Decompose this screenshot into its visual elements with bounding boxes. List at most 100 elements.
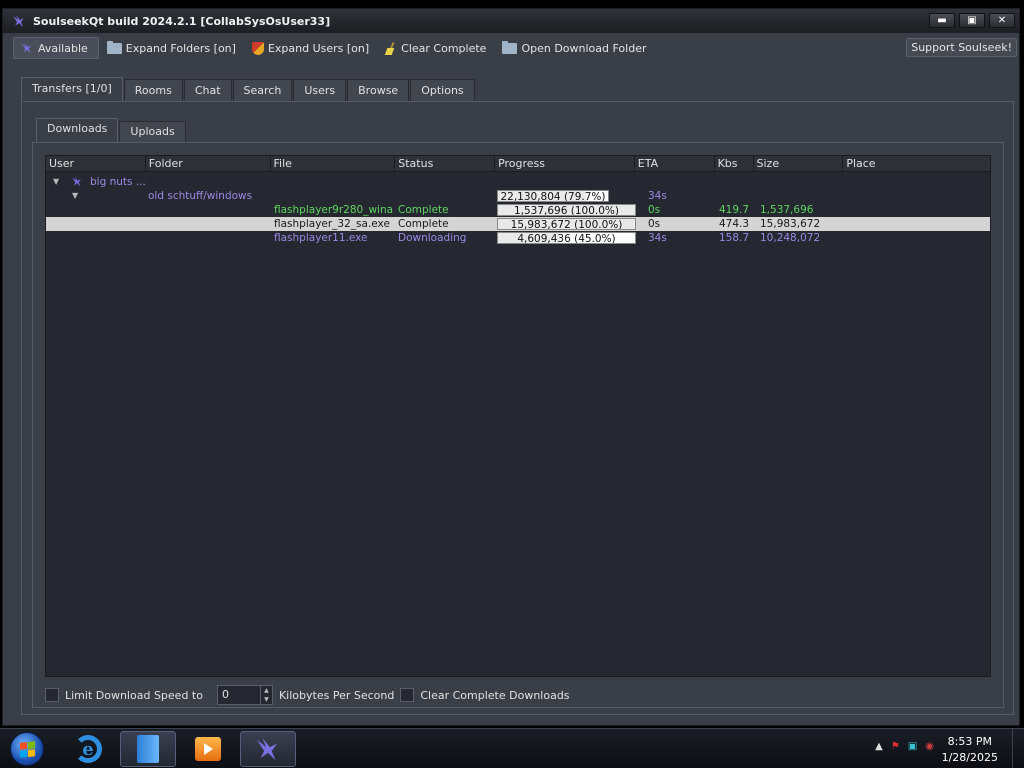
main-tabs: Transfers [1/0] Rooms Chat Search Users … xyxy=(21,77,476,101)
clear-complete-button[interactable]: Clear Complete xyxy=(377,39,494,58)
taskbar-media-player[interactable] xyxy=(180,731,236,767)
soulseek-bird-icon xyxy=(256,737,278,761)
system-tray: ▲ ⚑ ▣ ◉ xyxy=(875,741,934,752)
column-header-place[interactable]: Place xyxy=(843,156,990,171)
internet-explorer-icon: e xyxy=(74,735,102,763)
progress-bar: 15,983,672 (100.0%) xyxy=(497,218,636,230)
network-icon[interactable]: ▣ xyxy=(908,741,917,752)
table-row[interactable]: flashplayer11.exe Downloading 4,609,436 (4… xyxy=(46,231,990,245)
taskbar-internet-explorer[interactable]: e xyxy=(60,731,116,767)
expand-users-button[interactable]: Expand Users [on] xyxy=(244,39,377,58)
file-name: flashplayer_32_sa.exe xyxy=(274,218,390,230)
column-header-kbs[interactable]: Kbs xyxy=(715,156,754,171)
media-player-icon xyxy=(195,737,221,761)
speed-limit-spinbox[interactable]: 0 ▲ ▼ xyxy=(216,685,273,705)
soulseek-bird-icon xyxy=(13,15,24,27)
units-label: Kilobytes Per Second xyxy=(278,688,395,702)
app-window: SoulseekQt build 2024.2.1 [CollabSysOsUs… xyxy=(2,8,1020,726)
eta-value: 0s xyxy=(648,204,661,216)
support-soulseek-button[interactable]: Support Soulseek! xyxy=(906,38,1017,57)
window-title: SoulseekQt build 2024.2.1 [CollabSysOsUs… xyxy=(33,14,331,28)
folder-progress-bar: 22,130,804 (79.7%) xyxy=(497,190,609,202)
folder-row[interactable]: ▼ old schtuff/windows 22,130,804 (79.7%)… xyxy=(46,189,990,203)
show-hidden-icon[interactable]: ▲ xyxy=(875,741,883,752)
clear-complete-downloads-label: Clear Complete Downloads xyxy=(420,688,570,702)
size-value: 15,983,672 xyxy=(760,218,821,230)
expand-folders-button[interactable]: Expand Folders [on] xyxy=(99,39,244,58)
tab-downloads[interactable]: Downloads xyxy=(36,118,119,142)
eta-value: 34s xyxy=(648,190,667,202)
kbs-value: 474.3 xyxy=(719,218,750,230)
close-button[interactable]: ✕ xyxy=(989,13,1015,28)
bottom-controls: Limit Download Speed to 0 ▲ ▼ Kilobytes … xyxy=(45,683,570,707)
show-desktop-button[interactable] xyxy=(1012,729,1024,768)
tab-search[interactable]: Search xyxy=(232,79,293,101)
speed-limit-value[interactable]: 0 xyxy=(218,686,260,704)
column-header-progress[interactable]: Progress xyxy=(495,156,635,171)
available-button[interactable]: Available xyxy=(13,37,99,59)
maximize-button[interactable]: ▣ xyxy=(959,13,985,28)
clear-complete-label: Clear Complete xyxy=(401,41,487,55)
downloads-panel: User Folder File Status Progress ETA Kbs… xyxy=(32,142,1004,708)
column-header-status[interactable]: Status xyxy=(395,156,496,171)
column-header-eta[interactable]: ETA xyxy=(635,156,715,171)
kbs-value: 419.7 xyxy=(719,204,750,216)
tab-users[interactable]: Users xyxy=(293,79,347,101)
file-name: flashplayer9r280_wina... xyxy=(274,204,394,216)
folder-name: old schtuff/windows xyxy=(148,190,253,202)
expand-users-label: Expand Users [on] xyxy=(267,41,370,55)
column-header-size[interactable]: Size xyxy=(754,156,844,171)
tab-chat[interactable]: Chat xyxy=(183,79,232,101)
status-value: Complete xyxy=(398,204,449,216)
tab-rooms[interactable]: Rooms xyxy=(123,79,183,101)
soulseek-bird-icon xyxy=(72,176,82,187)
collapse-arrow-icon[interactable]: ▼ xyxy=(72,189,78,203)
status-value: Downloading xyxy=(398,232,467,244)
file-name: flashplayer11.exe xyxy=(274,232,368,244)
progress-text: 22,130,804 (79.7%) xyxy=(500,191,606,202)
taskbar-file-explorer[interactable] xyxy=(120,731,176,767)
volume-icon[interactable]: ◉ xyxy=(925,741,934,752)
file-explorer-icon xyxy=(137,735,159,763)
downloads-table[interactable]: User Folder File Status Progress ETA Kbs… xyxy=(45,155,991,677)
column-header-folder[interactable]: Folder xyxy=(146,156,271,171)
size-value: 10,248,072 xyxy=(760,232,821,244)
folder-icon xyxy=(106,40,122,54)
open-download-folder-button[interactable]: Open Download Folder xyxy=(494,39,654,58)
spin-down-icon[interactable]: ▼ xyxy=(261,695,272,704)
limit-speed-label: Limit Download Speed to xyxy=(65,688,203,702)
collapse-arrow-icon[interactable]: ▼ xyxy=(53,175,59,189)
taskbar-soulseek[interactable] xyxy=(240,731,296,767)
open-download-folder-label: Open Download Folder xyxy=(521,41,647,55)
tab-options[interactable]: Options xyxy=(410,79,475,101)
start-button[interactable] xyxy=(10,732,44,766)
tab-uploads[interactable]: Uploads xyxy=(119,121,186,142)
clock[interactable]: 8:53 PM 1/28/2025 xyxy=(942,734,998,766)
clock-time: 8:53 PM xyxy=(947,735,992,748)
available-label: Available xyxy=(38,41,88,55)
status-value: Complete xyxy=(398,218,449,230)
soulseek-bird-icon xyxy=(21,42,32,54)
title-bar[interactable]: SoulseekQt build 2024.2.1 [CollabSysOsUs… xyxy=(3,9,1019,33)
user-row[interactable]: ▼ big nuts ... xyxy=(46,175,990,189)
table-row[interactable]: flashplayer9r280_wina... Complete 1,537,69… xyxy=(46,203,990,217)
kbs-value: 158.7 xyxy=(719,232,750,244)
transfers-panel: Downloads Uploads User Folder File Statu… xyxy=(21,101,1014,715)
clear-complete-checkbox[interactable] xyxy=(400,688,415,702)
column-header-file[interactable]: File xyxy=(271,156,396,171)
minimize-button[interactable]: ▬ xyxy=(929,13,955,28)
flag-icon[interactable]: ⚑ xyxy=(891,741,900,752)
limit-speed-checkbox[interactable] xyxy=(45,688,59,702)
eta-value: 34s xyxy=(648,232,667,244)
table-row[interactable]: flashplayer_32_sa.exe Complete 15,983,672 … xyxy=(46,217,990,231)
table-header: User Folder File Status Progress ETA Kbs… xyxy=(46,156,990,172)
spin-up-icon[interactable]: ▲ xyxy=(261,686,272,695)
progress-bar: 4,609,436 (45.0%) xyxy=(497,232,636,244)
tab-browse[interactable]: Browse xyxy=(347,79,410,101)
user-name: big nuts ... xyxy=(90,176,146,188)
tab-transfers[interactable]: Transfers [1/0] xyxy=(21,77,123,101)
column-header-user[interactable]: User xyxy=(46,156,146,171)
users-shield-icon xyxy=(251,41,264,55)
toolbar: Available Expand Folders [on] Expand Use… xyxy=(3,35,1019,61)
progress-text: 15,983,672 (100.0%) xyxy=(510,219,623,230)
